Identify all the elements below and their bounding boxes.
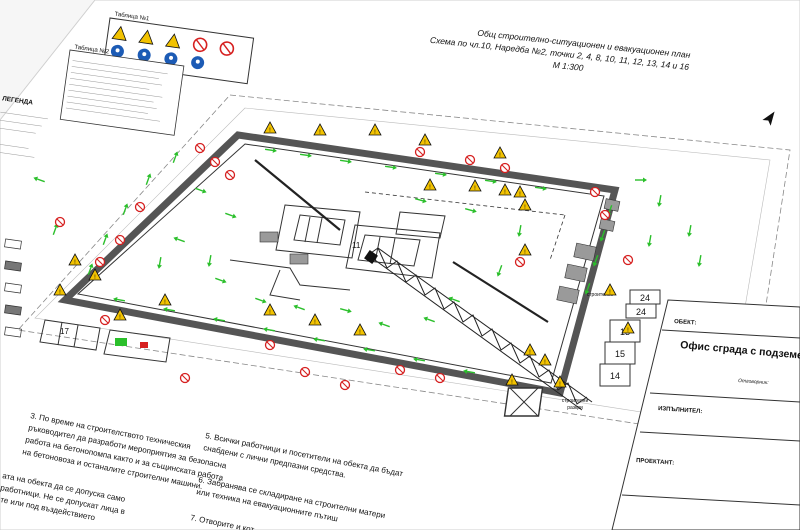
prohibition-sign-icon xyxy=(99,314,111,326)
prohibition-sign-icon xyxy=(179,372,191,384)
prohibition-sign-icon xyxy=(499,162,511,174)
prohibition-sign-icon xyxy=(114,234,126,246)
legend-sign-icon xyxy=(192,37,208,53)
plan-marker: 11 xyxy=(352,241,361,250)
prohibition-sign-icon xyxy=(299,366,311,378)
prohibition-sign-icon xyxy=(134,201,146,213)
legend-sign-icon xyxy=(219,41,235,56)
prohibition-sign-icon xyxy=(622,254,634,266)
prohibition-sign-icon xyxy=(339,379,351,391)
plan-marker: 17 xyxy=(60,327,69,336)
prohibition-sign-icon xyxy=(589,186,601,198)
prohibition-sign-icon xyxy=(514,256,526,268)
prohibition-sign-icon xyxy=(464,154,476,166)
site-gate xyxy=(503,387,544,417)
prohibition-sign-icon xyxy=(599,209,611,221)
prohibition-sign-icon xyxy=(94,256,106,268)
prohibition-sign-icon xyxy=(264,339,276,351)
prohibition-sign-icon xyxy=(434,372,446,384)
site-plan-view: 24 24 13 15 14 строителни строителни раз… xyxy=(0,0,800,530)
site-plan-sheet: 24 24 13 15 14 строителни строителни раз… xyxy=(0,0,800,530)
container-number: 14 xyxy=(610,371,620,381)
storage-label: строителни xyxy=(562,398,589,404)
prohibition-sign-icon xyxy=(394,364,406,376)
prohibition-sign-icon xyxy=(194,142,206,154)
container-number: 24 xyxy=(640,293,650,303)
container-number: 15 xyxy=(615,349,625,359)
prohibition-sign-icon xyxy=(414,146,426,158)
prohibition-sign-icon xyxy=(54,216,66,228)
prohibition-sign-icon xyxy=(209,156,221,168)
container-number: 24 xyxy=(636,307,646,317)
prohibition-sign-icon xyxy=(224,169,236,181)
gate-label: разкри xyxy=(567,405,583,411)
